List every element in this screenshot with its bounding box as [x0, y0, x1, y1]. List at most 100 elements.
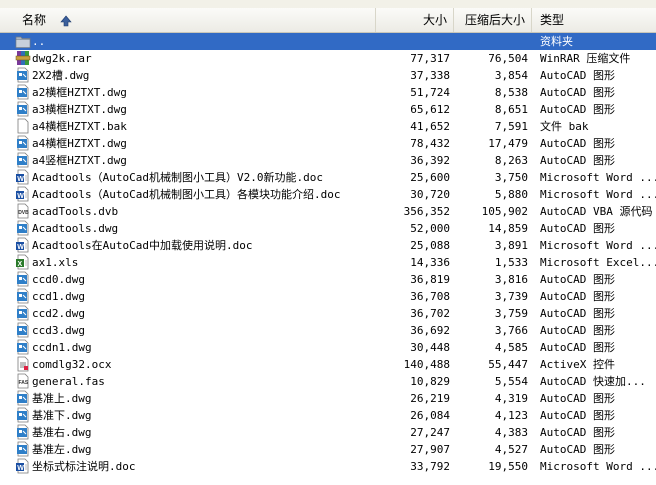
dwg-icon [17, 84, 29, 100]
file-row[interactable]: W 坐标式标注说明.doc 33,792 19,550 Microsoft Word .… [0, 458, 656, 475]
file-row[interactable]: 基准右.dwg 27,247 4,383 AutoCAD 图形 [0, 424, 656, 441]
file-type: AutoCAD 图形 [540, 137, 615, 150]
file-packed-size: 17,479 [488, 137, 528, 150]
file-type: AutoCAD 图形 [540, 290, 615, 303]
file-type: AutoCAD VBA 源代码 [540, 205, 653, 218]
file-row[interactable]: ccd0.dwg 36,819 3,816 AutoCAD 图形 [0, 271, 656, 288]
file-type: AutoCAD 图形 [540, 443, 615, 456]
file-size: 41,652 [410, 120, 450, 133]
column-size-header[interactable]: 大小 [376, 8, 454, 32]
file-type: 文件 bak [540, 120, 589, 133]
file-name: Acadtools（AutoCad机械制图小工具）V2.0新功能.doc [32, 171, 323, 184]
file-name: .. [32, 35, 46, 48]
svg-text:W: W [17, 176, 24, 183]
file-packed-size: 3,750 [494, 171, 528, 184]
file-row[interactable]: Xax1.xls 14,336 1,533 Microsoft Excel... [0, 254, 656, 271]
file-type: AutoCAD 图形 [540, 426, 615, 439]
dwg-icon [17, 339, 29, 355]
dwg-icon [17, 67, 29, 83]
file-size: 26,219 [410, 392, 450, 405]
file-name: a4横框HZTXT.bak [32, 120, 127, 133]
file-name: ccd0.dwg [32, 273, 85, 286]
file-name: comdlg32.ocx [32, 358, 112, 371]
file-type: AutoCAD 图形 [540, 307, 615, 320]
file-row[interactable]: FAS general.fas 10,829 5,554 AutoCAD 快速加... [0, 373, 656, 390]
file-row[interactable]: a2横框HZTXT.dwg 51,724 8,538 AutoCAD 图形 [0, 84, 656, 101]
column-packed-label: 压缩后大小 [464, 13, 525, 27]
file-type: Microsoft Word ... [540, 171, 656, 184]
dwg-icon [17, 305, 29, 321]
file-type: Microsoft Word ... [540, 188, 656, 201]
file-row[interactable]: 基准下.dwg 26,084 4,123 AutoCAD 图形 [0, 407, 656, 424]
file-size: 27,247 [410, 426, 450, 439]
file-type: AutoCAD 图形 [540, 103, 615, 116]
file-size: 36,392 [410, 154, 450, 167]
file-type: Microsoft Excel... [540, 256, 656, 269]
file-size: 36,702 [410, 307, 450, 320]
file-type: AutoCAD 图形 [540, 324, 615, 337]
file-name: ax1.xls [32, 256, 79, 269]
file-row[interactable]: a4横框HZTXT.bak 41,652 7,591 文件 bak [0, 118, 656, 135]
file-size: 14,336 [410, 256, 450, 269]
file-size: 30,720 [410, 188, 450, 201]
file-row[interactable]: W Acadtools（AutoCad机械制图小工具）V2.0新功能.doc 25,… [0, 169, 656, 186]
folder-up-icon [15, 36, 31, 48]
file-row[interactable]: ccdn1.dwg 30,448 4,585 AutoCAD 图形 [0, 339, 656, 356]
file-type: AutoCAD 图形 [540, 86, 615, 99]
file-name: 2X2槽.dwg [32, 69, 90, 82]
file-row[interactable]: W Acadtools在AutoCad中加载使用说明.doc 25,088 3,891… [0, 237, 656, 254]
file-row[interactable]: 2X2槽.dwg 37,338 3,854 AutoCAD 图形 [0, 67, 656, 84]
file-packed-size: 4,585 [494, 341, 528, 354]
file-packed-size: 3,759 [494, 307, 528, 320]
column-type-label: 类型 [540, 13, 565, 27]
file-row[interactable]: ccd3.dwg 36,692 3,766 AutoCAD 图形 [0, 322, 656, 339]
dwg-icon [17, 322, 29, 338]
column-name-header[interactable]: 名称 [0, 8, 376, 32]
dwg-icon [17, 407, 29, 423]
file-name: ccd3.dwg [32, 324, 85, 337]
file-name: 基准上.dwg [32, 392, 92, 405]
file-row[interactable]: DVB acadTools.dvb 356,352 105,902 AutoCAD VB… [0, 203, 656, 220]
file-size: 30,448 [410, 341, 450, 354]
file-name: a4竖框HZTXT.dwg [32, 154, 127, 167]
file-row[interactable]: comdlg32.ocx 140,488 55,447 ActiveX 控件 [0, 356, 656, 373]
xls-icon: X [16, 254, 29, 270]
file-row[interactable]: W Acadtools（AutoCad机械制图小工具）各模块功能介绍.doc 30,… [0, 186, 656, 203]
file-size: 26,084 [410, 409, 450, 422]
dwg-icon [17, 101, 29, 117]
file-row[interactable]: 基准左.dwg 27,907 4,527 AutoCAD 图形 [0, 441, 656, 458]
doc-icon: W [16, 169, 29, 185]
file-size: 36,819 [410, 273, 450, 286]
file-name: a4横框HZTXT.dwg [32, 137, 127, 150]
file-row[interactable]: ccd1.dwg 36,708 3,739 AutoCAD 图形 [0, 288, 656, 305]
file-size: 36,708 [410, 290, 450, 303]
file-size: 77,317 [410, 52, 450, 65]
file-row[interactable]: dwg2k.rar 77,317 76,504 WinRAR 压缩文件 [0, 50, 656, 67]
file-packed-size: 4,123 [494, 409, 528, 422]
file-size: 25,088 [410, 239, 450, 252]
file-row[interactable]: 基准上.dwg 26,219 4,319 AutoCAD 图形 [0, 390, 656, 407]
file-name: general.fas [32, 375, 105, 388]
file-size: 51,724 [410, 86, 450, 99]
parent-folder-row[interactable]: .. 资料夹 [0, 33, 656, 50]
column-packed-header[interactable]: 压缩后大小 [454, 8, 532, 32]
file-size: 78,432 [410, 137, 450, 150]
file-type: 资料夹 [540, 35, 573, 48]
file-name: dwg2k.rar [32, 52, 92, 65]
dwg-icon [17, 441, 29, 457]
file-packed-size: 3,891 [494, 239, 528, 252]
file-row[interactable]: a3横框HZTXT.dwg 65,612 8,651 AutoCAD 图形 [0, 101, 656, 118]
svg-text:W: W [17, 465, 24, 472]
file-type: AutoCAD 图形 [540, 69, 615, 82]
file-type: AutoCAD 图形 [540, 154, 615, 167]
column-type-header[interactable]: 类型 [532, 8, 656, 32]
file-packed-size: 5,880 [494, 188, 528, 201]
file-row[interactable]: ccd2.dwg 36,702 3,759 AutoCAD 图形 [0, 305, 656, 322]
file-row[interactable]: a4竖框HZTXT.dwg 36,392 8,263 AutoCAD 图形 [0, 152, 656, 169]
file-row[interactable]: Acadtools.dwg 52,000 14,859 AutoCAD 图形 [0, 220, 656, 237]
file-packed-size: 7,591 [494, 120, 528, 133]
file-packed-size: 4,383 [494, 426, 528, 439]
file-row[interactable]: a4横框HZTXT.dwg 78,432 17,479 AutoCAD 图形 [0, 135, 656, 152]
sort-ascending-icon [60, 15, 72, 26]
file-packed-size: 76,504 [488, 52, 528, 65]
